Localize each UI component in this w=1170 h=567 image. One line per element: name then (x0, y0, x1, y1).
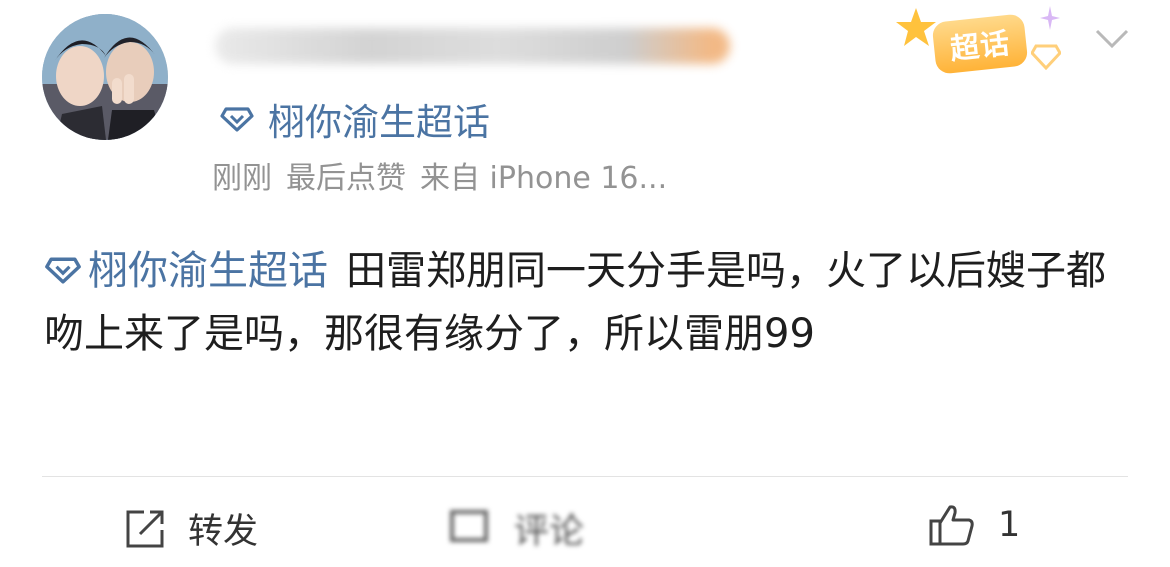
comment-icon (450, 510, 488, 542)
post-time: 刚刚 (212, 161, 272, 196)
diamond-icon (220, 107, 254, 132)
supertopic-link[interactable]: 栩你渝生超话 (220, 92, 490, 146)
inline-supertopic-name: 栩你渝生超话 (88, 248, 328, 294)
diamond-icon (1031, 44, 1061, 70)
repost-icon (126, 510, 164, 547)
post-source: 来自 iPhone 16... (420, 161, 668, 196)
supertopic-name: 栩你渝生超话 (268, 101, 490, 144)
like-count: 1 (998, 505, 1021, 545)
sparkle-icon (1040, 6, 1060, 30)
avatar[interactable] (42, 14, 168, 140)
divider (42, 476, 1128, 477)
repost-button[interactable]: 转发 (124, 503, 258, 554)
diamond-icon (45, 257, 81, 284)
inline-supertopic-link[interactable]: 栩你渝生超话 (44, 248, 328, 294)
comment-button[interactable]: 评论 (448, 507, 716, 552)
like-button[interactable]: 1 (928, 503, 1020, 547)
repost-label: 转发 (188, 512, 259, 552)
badge-label: 超话 (931, 13, 1029, 75)
post-meta: 刚刚 最后点赞 来自 iPhone 16... (212, 153, 681, 197)
comment-label: 评论 (514, 511, 585, 552)
post-body: 栩你渝生超话 田雷郑朋同一天分手是吗，火了以后嫂子都吻上来了是吗，那很有缘分了，所… (44, 240, 1134, 366)
chevron-down-icon[interactable] (1094, 27, 1130, 51)
username-blurred[interactable] (215, 28, 730, 64)
liked-note: 最后点赞 (286, 161, 406, 196)
thumbs-up-icon (929, 505, 974, 546)
supertopic-badge[interactable]: 超话 (896, 6, 1061, 75)
